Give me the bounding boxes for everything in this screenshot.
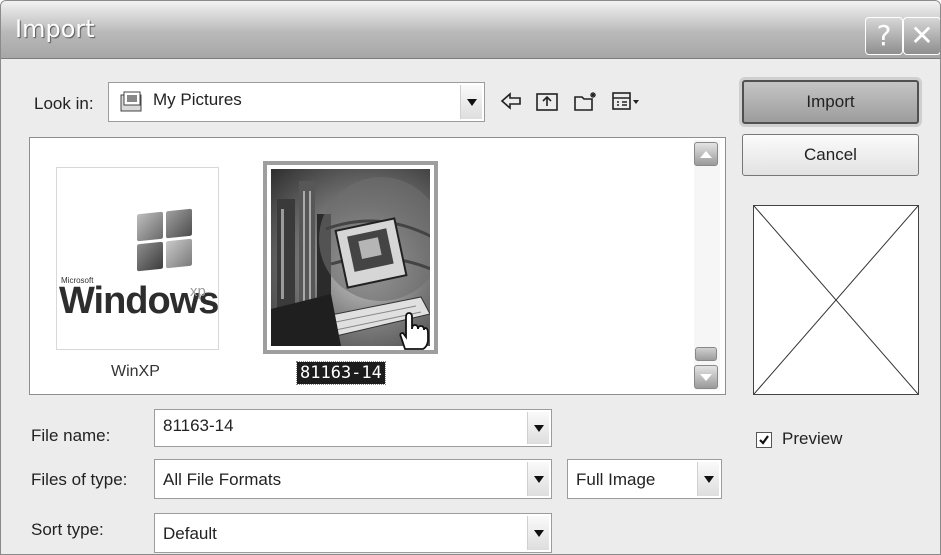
file-name-value: 81163-14 (163, 416, 234, 435)
file-thumbnail-81163-14[interactable] (263, 161, 438, 354)
view-menu-icon[interactable] (611, 90, 641, 112)
checkmark-icon (759, 435, 769, 445)
new-folder-icon[interactable] (573, 90, 599, 112)
preview-label[interactable]: Preview (782, 429, 842, 449)
file-caption-81163-14[interactable]: 81163-14 (296, 361, 386, 385)
preview-pane (753, 205, 919, 395)
file-name-label: File name: (31, 426, 111, 445)
files-of-type-value: All File Formats (163, 470, 282, 489)
up-folder-icon[interactable] (535, 90, 559, 112)
empty-preview-placeholder (754, 206, 918, 394)
look-in-dropdown[interactable]: My Pictures (108, 82, 485, 122)
image-mode-value: Full Image (576, 470, 656, 489)
windows-flag-icon (137, 208, 193, 273)
files-of-type-dropdown-arrow[interactable] (527, 462, 549, 496)
sort-type-dropdown-arrow[interactable] (527, 516, 549, 550)
hand-cursor-icon (399, 312, 429, 350)
sort-type-value: Default (163, 524, 217, 543)
image-mode-dropdown[interactable]: Full Image (567, 459, 722, 499)
files-of-type-dropdown[interactable]: All File Formats (154, 459, 552, 499)
help-button[interactable]: ? (865, 17, 903, 55)
import-dialog: Import ? ✕ Look in: My Pictures Microsof… (0, 0, 941, 555)
back-arrow-icon[interactable] (499, 90, 523, 112)
scrollbar-thumb[interactable] (695, 347, 717, 361)
file-name-dropdown-arrow[interactable] (527, 412, 549, 444)
preview-checkbox[interactable] (756, 432, 772, 448)
sort-type-label: Sort type: (31, 520, 104, 539)
xp-logo-text: xp (190, 283, 206, 300)
close-button[interactable]: ✕ (903, 17, 940, 55)
file-name-field[interactable]: 81163-14 (154, 409, 552, 447)
title-bar[interactable]: Import ? ✕ (1, 1, 940, 59)
image-mode-dropdown-arrow[interactable] (697, 462, 719, 496)
look-in-value: My Pictures (153, 90, 242, 109)
import-button[interactable]: Import (742, 80, 919, 124)
files-of-type-label: Files of type: (31, 470, 128, 489)
my-pictures-folder-icon (120, 91, 142, 112)
dialog-title: Import (15, 15, 95, 43)
scroll-down-button[interactable] (694, 365, 718, 389)
file-thumbnail-winxp[interactable]: Microsoft Windows xp (56, 167, 219, 350)
file-caption-winxp[interactable]: WinXP (111, 363, 160, 381)
scroll-up-button[interactable] (694, 142, 718, 166)
look-in-dropdown-arrow[interactable] (460, 85, 482, 119)
sort-type-dropdown[interactable]: Default (154, 513, 552, 553)
look-in-label: Look in: (34, 94, 94, 113)
cancel-button[interactable]: Cancel (742, 134, 919, 176)
